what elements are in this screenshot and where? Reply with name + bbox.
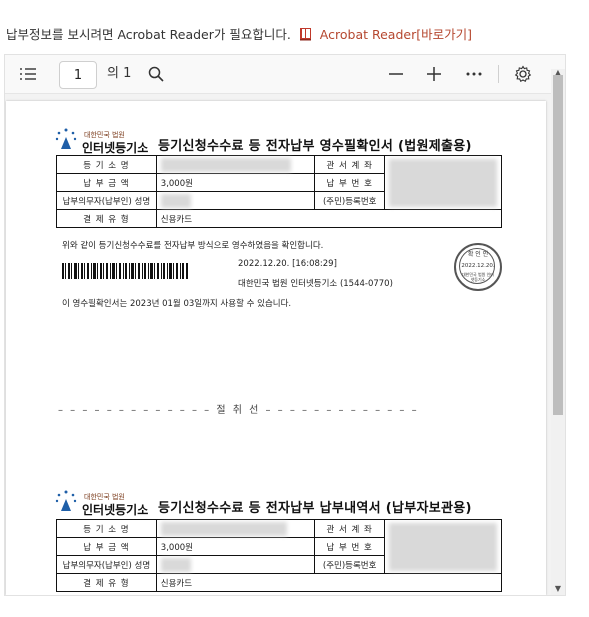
confirmation-stamp: 확 인 인 2022.12.20. 대한민국 법원 인터넷등기소 bbox=[454, 243, 502, 291]
amount-value: 3,000원 bbox=[155, 173, 316, 192]
statement-title: 등기신청수수료 등 전자납부 납부내역서 (납부자보관용) bbox=[158, 501, 472, 516]
validity-text: 이 영수필확인서는 2023년 01월 03일까지 사용할 수 있습니다. bbox=[62, 299, 292, 309]
amount-label: 납 부 금 액 bbox=[56, 173, 157, 192]
amount-label: 납 부 금 액 bbox=[56, 537, 157, 556]
pdf-viewer: 1 의 1 ▲ ▼ 대한민국 법원 인터넷등기소 등기신청수수료 등 전자납부 … bbox=[4, 54, 566, 596]
search-icon[interactable] bbox=[143, 55, 169, 93]
payer-value bbox=[155, 555, 316, 574]
table-row: 결 제 유 형 신용카드 bbox=[56, 573, 503, 592]
reg-name-label: 등 기 소 명 bbox=[56, 155, 157, 174]
pdf-toolbar: 1 의 1 bbox=[5, 55, 565, 94]
reg-name-label: 등 기 소 명 bbox=[56, 519, 157, 538]
reg-name-value bbox=[155, 519, 316, 538]
payer-value bbox=[155, 191, 316, 210]
contents-icon[interactable] bbox=[13, 55, 43, 93]
table-row: 등 기 소 명 관 서 계 좌 bbox=[56, 155, 503, 210]
payment-method-label: 결 제 유 형 bbox=[56, 573, 157, 592]
payment-method-value: 신용카드 bbox=[155, 573, 503, 592]
payment-method-value: 신용카드 bbox=[155, 209, 503, 228]
settings-icon[interactable] bbox=[509, 55, 537, 93]
toolbar-divider bbox=[498, 65, 499, 83]
reg-name-value bbox=[155, 155, 316, 174]
notice-text: 납부정보를 보시려면 Acrobat Reader가 필요합니다. bbox=[6, 27, 291, 42]
court-logo-icon bbox=[54, 127, 78, 151]
table-row: 등 기 소 명 관 서 계 좌 bbox=[56, 519, 503, 574]
receipt-table: 등 기 소 명 관 서 계 좌 납 부 금 액 3,000원 납 부 번 호 납… bbox=[56, 155, 503, 228]
table-row: 결 제 유 형 신용카드 bbox=[56, 209, 503, 228]
stamp-top-text: 확 인 인 bbox=[467, 251, 489, 258]
zoom-out-icon[interactable] bbox=[383, 55, 409, 93]
payer-label: 납부의무자(납부인) 성명 bbox=[56, 191, 157, 210]
vertical-scrollbar[interactable]: ▲ ▼ bbox=[551, 69, 565, 595]
redacted-values bbox=[383, 155, 503, 210]
issuer: 대한민국 법원 인터넷등기소 (1544-0770) bbox=[238, 279, 393, 289]
acrobat-notice: 납부정보를 보시려면 Acrobat Reader가 필요합니다. Acroba… bbox=[6, 24, 472, 43]
issued-datetime: 2022.12.20. [16:08:29] bbox=[238, 259, 337, 269]
stamp-date: 2022.12.20. bbox=[461, 263, 495, 269]
receipt-title: 등기신청수수료 등 전자납부 영수필확인서 (법원제출용) bbox=[158, 139, 472, 154]
page-total: 의 1 bbox=[107, 66, 132, 81]
resident-number-label: (주민)등록번호 bbox=[314, 555, 385, 574]
court-logo-icon bbox=[54, 489, 78, 513]
payment-number-label: 납 부 번 호 bbox=[314, 537, 385, 556]
court-account-label: 관 서 계 좌 bbox=[314, 155, 385, 174]
zoom-in-icon[interactable] bbox=[421, 55, 447, 93]
payment-number-label: 납 부 번 호 bbox=[314, 173, 385, 192]
payment-method-label: 결 제 유 형 bbox=[56, 209, 157, 228]
resident-number-label: (주민)등록번호 bbox=[314, 191, 385, 210]
stamp-bottom-text: 대한민국 법원 인터넷등기소 bbox=[462, 272, 494, 282]
pdf-page: 대한민국 법원 인터넷등기소 등기신청수수료 등 전자납부 영수필확인서 (법원… bbox=[6, 101, 546, 595]
court-account-label: 관 서 계 좌 bbox=[314, 519, 385, 538]
scroll-down-icon[interactable]: ▼ bbox=[553, 585, 563, 593]
book-icon bbox=[299, 27, 312, 41]
redacted-values bbox=[383, 519, 503, 574]
barcode bbox=[62, 263, 188, 279]
confirm-text: 위와 같이 등기신청수수료를 전자납부 방식으로 영수하였음을 확인합니다. bbox=[62, 241, 324, 251]
scrollbar-thumb[interactable] bbox=[553, 75, 563, 415]
page-number-input[interactable]: 1 bbox=[59, 61, 97, 89]
org-name: 인터넷등기소 bbox=[82, 503, 149, 517]
cut-line: – – – – – – – – – – – – – 절 취 선 – – – – … bbox=[58, 405, 419, 416]
statement-table: 등 기 소 명 관 서 계 좌 납 부 금 액 3,000원 납 부 번 호 납… bbox=[56, 519, 503, 592]
amount-value: 3,000원 bbox=[155, 537, 316, 556]
acrobat-reader-link[interactable]: Acrobat Reader[바로가기] bbox=[320, 27, 472, 42]
org-name: 인터넷등기소 bbox=[82, 141, 149, 155]
payer-label: 납부의무자(납부인) 성명 bbox=[56, 555, 157, 574]
more-icon[interactable] bbox=[461, 55, 487, 93]
